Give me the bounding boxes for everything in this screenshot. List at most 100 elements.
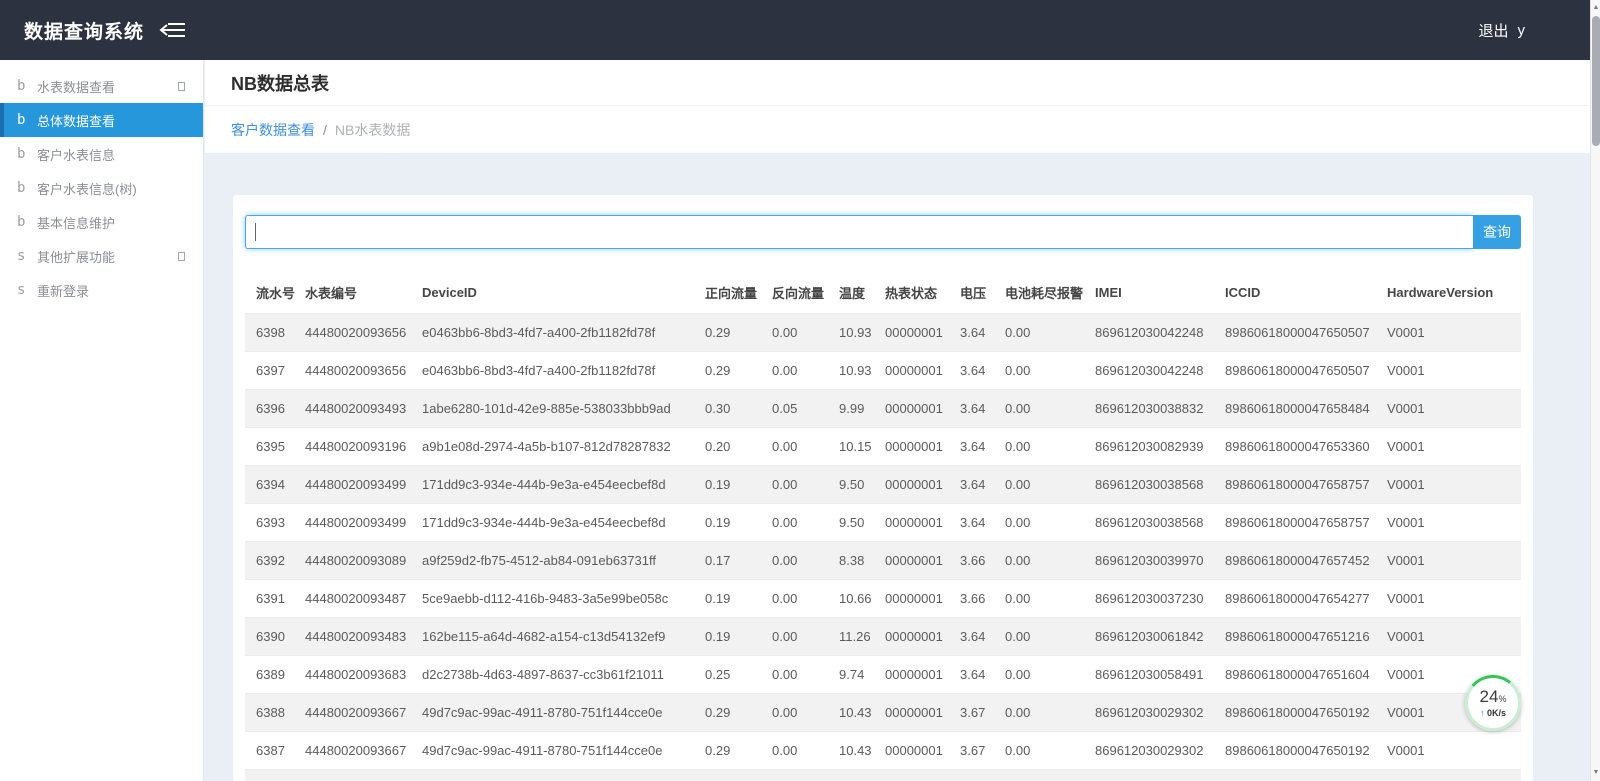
table-cell: 44480020093196 bbox=[305, 427, 422, 465]
table-cell: 869612030038832 bbox=[1095, 389, 1225, 427]
menu-letter-icon: b bbox=[17, 180, 37, 196]
table-cell: 44480020093656 bbox=[305, 351, 422, 389]
table-cell: 44480020093667 bbox=[305, 693, 422, 731]
table-cell: 6397 bbox=[245, 351, 305, 389]
table-cell: a9f259d2-fb75-4512-ab84-091eb63731ff bbox=[422, 541, 705, 579]
table-cell: 0.00 bbox=[1005, 389, 1095, 427]
sidebar-item-6[interactable]: s重新登录 bbox=[0, 273, 203, 307]
scrollbar-down-arrow[interactable]: ▼ bbox=[1591, 766, 1600, 780]
logout-button[interactable]: 退出 bbox=[1478, 20, 1508, 41]
table-row: 639244480020093089a9f259d2-fb75-4512-ab8… bbox=[245, 541, 1521, 579]
table-row: 6396444800200934931abe6280-101d-42e9-885… bbox=[245, 389, 1521, 427]
breadcrumb-current: NB水表数据 bbox=[335, 120, 410, 140]
column-header: ICCID bbox=[1225, 273, 1387, 313]
table-cell: 869612030029302 bbox=[1095, 731, 1225, 769]
table-cell: 0.00 bbox=[1005, 693, 1095, 731]
table-cell: 44480020093667 bbox=[305, 731, 422, 769]
table-row: 63874448002009366749d7c9ac-99ac-4911-878… bbox=[245, 731, 1521, 769]
collapse-sidebar-icon bbox=[158, 20, 188, 40]
table-cell: 9.74 bbox=[839, 655, 885, 693]
table-cell: 44480020093683 bbox=[305, 655, 422, 693]
column-header: 水表编号 bbox=[305, 273, 422, 313]
table-cell: V0001 bbox=[1387, 313, 1521, 351]
username-label[interactable]: y bbox=[1518, 22, 1526, 39]
table-cell: 0.00 bbox=[772, 655, 839, 693]
scrollbar-thumb[interactable] bbox=[1592, 16, 1600, 146]
table-cell: 869612030039970 bbox=[1095, 541, 1225, 579]
table-cell: 6392 bbox=[245, 541, 305, 579]
table-cell: 869612030082939 bbox=[1095, 427, 1225, 465]
table-cell: a9b1e08d-2974-4a5b-b107-812d78287832 bbox=[422, 427, 705, 465]
table-cell: 3.64 bbox=[960, 313, 1005, 351]
table-cell: 44480020093499 bbox=[305, 503, 422, 541]
sidebar-item-2[interactable]: b客户水表信息 bbox=[0, 137, 203, 171]
breadcrumb: 客户数据查看 / NB水表数据 bbox=[205, 106, 1590, 153]
table-row: 63884448002009366749d7c9ac-99ac-4911-878… bbox=[245, 693, 1521, 731]
table-cell: 0.00 bbox=[1005, 731, 1095, 769]
search-input[interactable] bbox=[245, 215, 1473, 249]
sidebar-item-5[interactable]: s其他扩展功能 bbox=[0, 239, 203, 273]
table-cell: 00000001 bbox=[885, 427, 960, 465]
download-progress-badge[interactable]: 24% ↑ 0K/s bbox=[1465, 675, 1521, 731]
table-cell: 0.00 bbox=[772, 541, 839, 579]
table-cell: 1abe6280-101d-42e9-885e-538033bbb9ad bbox=[422, 389, 705, 427]
menu-letter-icon: b bbox=[17, 112, 37, 128]
table-cell: 0.00 bbox=[772, 313, 839, 351]
table-cell: 0.00 bbox=[772, 579, 839, 617]
table-cell: 0.00 bbox=[1005, 655, 1095, 693]
sidebar-item-4[interactable]: b基本信息维护 bbox=[0, 205, 203, 239]
table-cell: 89860618000047650507 bbox=[1225, 351, 1387, 389]
table-cell: 89860618000047650507 bbox=[1225, 313, 1387, 351]
table-cell: 3.64 bbox=[960, 503, 1005, 541]
sidebar-item-1[interactable]: b总体数据查看 bbox=[0, 103, 203, 137]
table-row: 638944480020093683d2c2738b-4d63-4897-863… bbox=[245, 655, 1521, 693]
table-row: 639844480020093656e0463bb6-8bd3-4fd7-a40… bbox=[245, 313, 1521, 351]
column-header: DeviceID bbox=[422, 273, 705, 313]
table-cell: 00000001 bbox=[885, 541, 960, 579]
table-cell: 0.17 bbox=[705, 541, 772, 579]
table-cell: 869612030042248 bbox=[1095, 351, 1225, 389]
table-cell: 9.50 bbox=[839, 503, 885, 541]
table-row: 639444480020093499171dd9c3-934e-444b-9e3… bbox=[245, 465, 1521, 503]
expand-icon bbox=[178, 252, 185, 261]
table-cell: V0001 bbox=[1387, 389, 1521, 427]
table-cell: 49d7c9ac-99ac-4911-8780-751f144cce0e bbox=[422, 731, 705, 769]
query-button[interactable]: 查询 bbox=[1473, 215, 1521, 249]
table-cell: 11.26 bbox=[839, 617, 885, 655]
up-arrow-icon: ↑ bbox=[1480, 708, 1485, 718]
scrollbar-up-arrow[interactable]: ▲ bbox=[1591, 1, 1600, 15]
table-cell: 00000001 bbox=[885, 503, 960, 541]
table-cell: 0.00 bbox=[1005, 465, 1095, 503]
window-scrollbar[interactable]: ▲ ▼ bbox=[1590, 0, 1600, 781]
table-cell: 89860618000047651216 bbox=[1225, 617, 1387, 655]
table-cell: 6398 bbox=[245, 313, 305, 351]
table-cell: 10.93 bbox=[839, 313, 885, 351]
table-cell: 869612030038568 bbox=[1095, 465, 1225, 503]
table-cell: V0001 bbox=[1387, 731, 1521, 769]
table-cell: 10.66 bbox=[839, 579, 885, 617]
sidebar-item-label: 重新登录 bbox=[37, 281, 89, 300]
page-title: NB数据总表 bbox=[231, 70, 329, 96]
column-header: 流水号 bbox=[245, 273, 305, 313]
column-header: 电压 bbox=[960, 273, 1005, 313]
menu-letter-icon: s bbox=[17, 282, 37, 298]
table-cell: 0.00 bbox=[772, 351, 839, 389]
nb-data-table: 流水号水表编号DeviceID正向流量反向流量温度热表状态电压电池耗尽报警IME… bbox=[245, 273, 1521, 769]
table-cell: 6390 bbox=[245, 617, 305, 655]
table-cell: 9.50 bbox=[839, 465, 885, 503]
sidebar: b水表数据查看b总体数据查看b客户水表信息b客户水表信息(树)b基本信息维护s其… bbox=[0, 60, 204, 781]
table-cell: 869612030058491 bbox=[1095, 655, 1225, 693]
table-cell: 6393 bbox=[245, 503, 305, 541]
table-cell: V0001 bbox=[1387, 617, 1521, 655]
sidebar-toggle-button[interactable] bbox=[158, 20, 188, 40]
sidebar-menu: b水表数据查看b总体数据查看b客户水表信息b客户水表信息(树)b基本信息维护s其… bbox=[0, 60, 203, 307]
table-cell: 5ce9aebb-d112-416b-9483-3a5e99be058c bbox=[422, 579, 705, 617]
table-row-partial bbox=[245, 769, 1521, 781]
breadcrumb-link[interactable]: 客户数据查看 bbox=[231, 120, 315, 140]
sidebar-item-0[interactable]: b水表数据查看 bbox=[0, 69, 203, 103]
table-cell: 3.64 bbox=[960, 465, 1005, 503]
table-cell: 0.00 bbox=[772, 617, 839, 655]
table-cell: 44480020093487 bbox=[305, 579, 422, 617]
table-cell: 3.67 bbox=[960, 731, 1005, 769]
sidebar-item-3[interactable]: b客户水表信息(树) bbox=[0, 171, 203, 205]
